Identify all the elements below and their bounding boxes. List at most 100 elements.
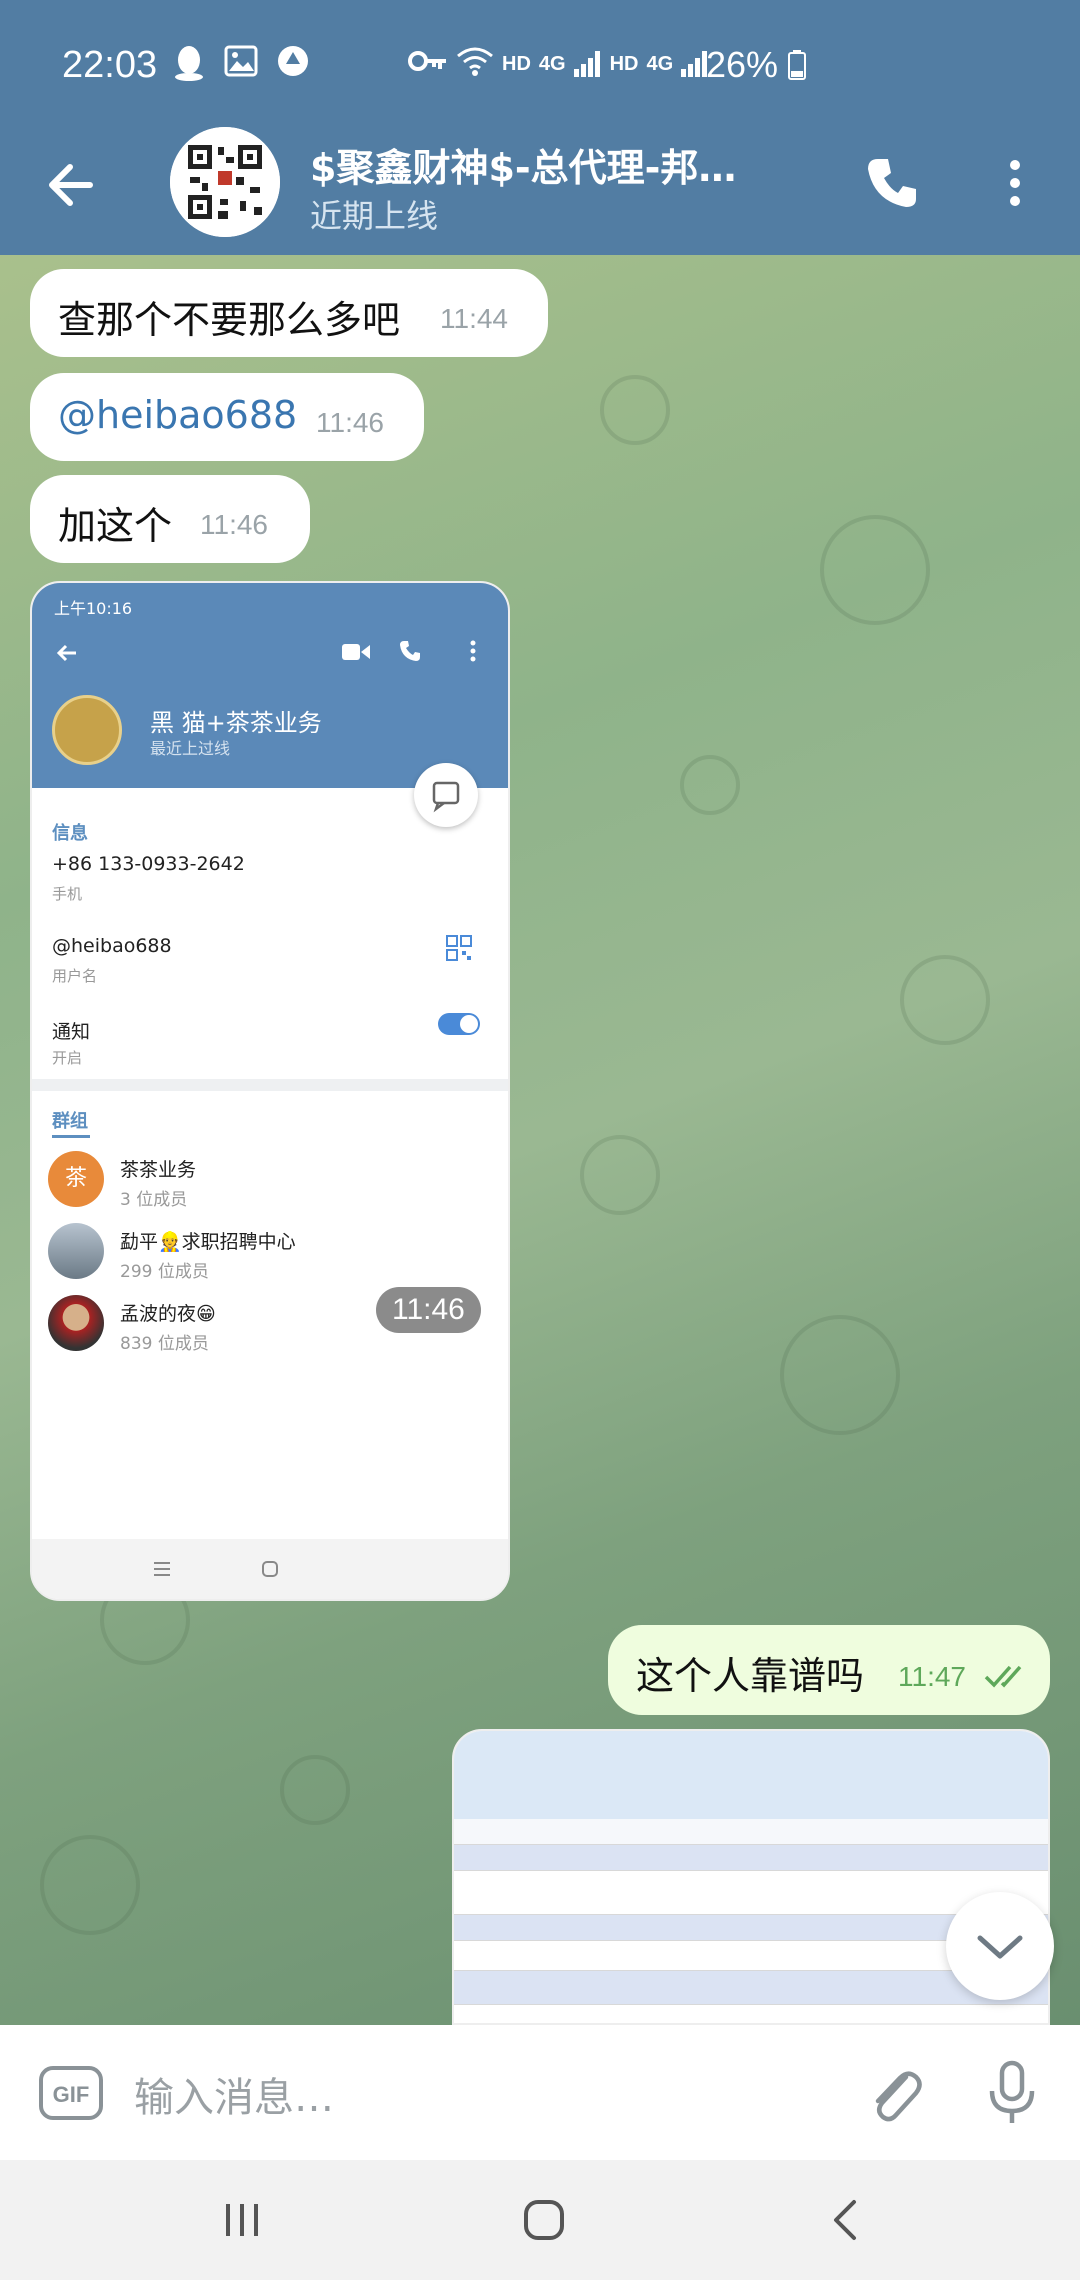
chevron-down-icon	[977, 1935, 1023, 1959]
image-time: 11:46	[376, 1287, 481, 1333]
message-time: 11:47	[898, 1661, 966, 1692]
message-bubble-incoming[interactable]: 加这个 11:46	[30, 475, 310, 563]
back-button[interactable]	[40, 153, 104, 217]
double-check-icon	[984, 1665, 1022, 1688]
arrow-left-icon	[49, 164, 93, 206]
table-row	[454, 1819, 1048, 1845]
microphone-icon	[989, 2060, 1035, 2123]
chat-title[interactable]: $聚鑫财神$-总代理-邦…	[310, 137, 810, 192]
group-avatar	[48, 1223, 104, 1279]
message-input[interactable]: 输入消息…	[134, 2065, 334, 2123]
menu-icon	[154, 1562, 170, 1576]
wallpaper-doodle	[780, 1315, 900, 1435]
chat-avatar[interactable]	[170, 127, 280, 237]
notifications-caption: 开启	[52, 1049, 83, 1067]
recent-apps-icon	[226, 2204, 258, 2236]
qr-code-icon	[446, 935, 472, 961]
home-button[interactable]	[514, 2190, 574, 2250]
wifi-icon	[456, 46, 494, 82]
message-list[interactable]: 查那个不要那么多吧 11:44 @heibao688 11:46 加这个 11:…	[0, 255, 1080, 2025]
group-avatar	[48, 1295, 104, 1351]
username-link[interactable]: @heibao688	[58, 393, 297, 437]
gif-icon: GIF	[39, 2066, 103, 2120]
group-name: 孟波的夜😁	[120, 1303, 216, 1325]
notification-icons	[172, 44, 310, 91]
more-vertical-icon	[470, 640, 476, 662]
group-members: 299 位成员	[120, 1262, 209, 1282]
wallpaper-doodle	[580, 1135, 660, 1215]
battery-icon	[788, 50, 807, 80]
hd-label-2: HD	[609, 52, 639, 75]
tab-indicator	[52, 1135, 90, 1138]
notifications-label: 通知	[52, 1021, 91, 1043]
wallpaper-doodle	[40, 1835, 140, 1935]
message-time: 11:44	[440, 303, 508, 334]
hd-label: HD	[502, 52, 531, 75]
signal-icon-2	[681, 51, 709, 77]
paperclip-icon	[875, 2071, 922, 2122]
message-time: 11:46	[200, 509, 268, 540]
video-icon	[342, 644, 370, 660]
key-icon	[408, 49, 448, 79]
chat-status: 近期上线	[310, 197, 439, 235]
app-icon	[276, 44, 310, 91]
system-nav-bar	[0, 2160, 1080, 2280]
message-bubble-incoming[interactable]: 查那个不要那么多吧 11:44	[30, 269, 548, 357]
wallpaper-doodle	[900, 955, 990, 1045]
signal-icon	[573, 51, 602, 77]
voice-message-button[interactable]	[980, 2057, 1044, 2129]
more-options-button[interactable]	[990, 151, 1040, 215]
network-type-label-2: 4G	[646, 52, 674, 75]
message-text: 这个人靠谱吗	[636, 1654, 865, 1698]
table-row	[454, 1845, 1048, 1871]
username-caption: 用户名	[52, 967, 98, 985]
group-members: 3 位成员	[120, 1190, 188, 1210]
wallpaper-doodle	[280, 1755, 350, 1825]
screenshot-header: 上午10:16 黑 猫+茶茶业务 最近上过线	[32, 583, 508, 788]
gif-button[interactable]: GIF	[38, 2065, 104, 2121]
qq-icon	[172, 44, 206, 91]
scroll-to-bottom-button[interactable]	[946, 1892, 1054, 2000]
info-section-label: 信息	[52, 823, 88, 844]
attach-button[interactable]	[862, 2059, 926, 2127]
image-message[interactable]: 上午10:16 黑 猫+茶茶业务 最近上过线 信息 +86 133-0933-2…	[30, 581, 510, 1601]
message-text: 查那个不要那么多吧	[58, 298, 401, 342]
call-button[interactable]	[860, 151, 924, 215]
battery-level: 26%	[706, 44, 807, 86]
message-text: 加这个	[58, 504, 173, 548]
wallpaper-doodle	[820, 515, 930, 625]
contact-last-seen: 最近上过线	[150, 739, 231, 758]
wallpaper-doodle	[680, 755, 740, 815]
phone-caption: 手机	[52, 885, 83, 903]
contact-avatar	[52, 695, 122, 765]
recent-apps-button[interactable]	[212, 2190, 272, 2250]
contact-phone: +86 133-0933-2642	[52, 853, 245, 875]
screenshot-status-time: 上午10:16	[54, 599, 133, 618]
group-members: 839 位成员	[120, 1334, 209, 1354]
network-type-label: 4G	[538, 52, 566, 75]
message-icon	[414, 763, 478, 827]
status-time: 22:03	[62, 44, 158, 86]
screenshot-nav-bar	[32, 1539, 508, 1599]
phone-icon	[400, 641, 420, 661]
system-icons: HD 4G HD 4G	[408, 46, 709, 82]
group-name: 茶茶业务	[120, 1159, 197, 1181]
back-nav-button[interactable]	[816, 2190, 876, 2250]
phone-icon	[868, 159, 916, 207]
message-bubble-incoming[interactable]: @heibao688 11:46	[30, 373, 424, 461]
chat-header: $聚鑫财神$-总代理-邦… 近期上线	[0, 115, 1080, 255]
qr-code-icon	[170, 127, 280, 237]
message-bubble-outgoing[interactable]: 这个人靠谱吗 11:47	[608, 1625, 1050, 1715]
group-name: 勐平👷求职招聘中心	[120, 1231, 296, 1253]
group-avatar: 茶	[48, 1151, 104, 1207]
message-input-bar: GIF 输入消息…	[0, 2025, 1080, 2160]
chevron-left-icon	[834, 2200, 856, 2240]
status-bar: 22:03 HD 4G HD 4G 26%	[0, 0, 1080, 115]
svg-text:GIF: GIF	[53, 2082, 90, 2107]
groups-section-label: 群组	[52, 1111, 88, 1132]
contact-name: 黑 猫+茶茶业务	[150, 709, 322, 737]
wallpaper-doodle	[600, 375, 670, 445]
contact-username: @heibao688	[52, 935, 172, 957]
arrow-left-icon	[56, 644, 76, 662]
table-row	[454, 2005, 1048, 2023]
